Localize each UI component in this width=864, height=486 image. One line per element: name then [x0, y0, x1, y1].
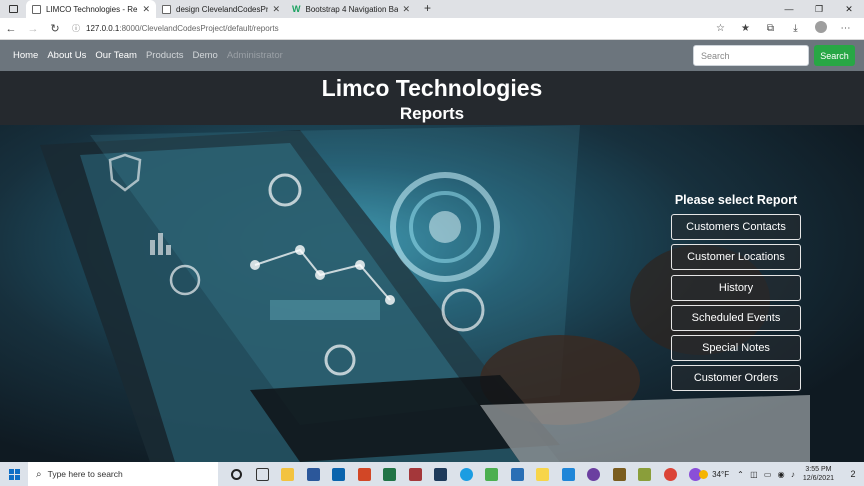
info-icon[interactable]: ⓘ	[72, 23, 80, 34]
browser-tab-design[interactable]: design ClevelandCodesProject ✕	[156, 0, 286, 18]
back-icon[interactable]: ←	[0, 23, 22, 35]
favorites-icon[interactable]: ★	[733, 23, 758, 34]
url-field[interactable]: ⓘ 127.0.0.1:8000/ClevelandCodesProject/d…	[72, 23, 708, 34]
tray-icons[interactable]: ⌃ ◫ ▭ ◉ ♪	[737, 470, 797, 479]
close-tab-icon[interactable]: ✕	[142, 4, 150, 15]
taskbar-apps	[224, 462, 709, 486]
report-button-customer-locations[interactable]: Customer Locations	[671, 244, 801, 271]
powerpoint-icon[interactable]	[352, 462, 378, 486]
search-input[interactable]	[693, 45, 809, 66]
hero-banner: Please select Report Customers Contacts …	[0, 125, 864, 462]
restore-icon[interactable]: ❐	[804, 0, 834, 18]
minimize-icon[interactable]: —	[774, 0, 804, 18]
clock-date: 12/6/2021	[802, 475, 834, 482]
word-icon[interactable]	[301, 462, 327, 486]
taskbar-search-placeholder: Type here to search	[47, 469, 123, 479]
tab-title: Bootstrap 4 Navigation Bar	[305, 4, 399, 14]
vscode-icon[interactable]	[556, 462, 582, 486]
page-icon	[162, 4, 171, 14]
acrobat-icon[interactable]	[607, 462, 633, 486]
report-prompt: Please select Report	[674, 193, 798, 207]
nav-link-about-us[interactable]: About Us	[47, 50, 86, 61]
downloads-icon[interactable]: ⤓	[783, 23, 808, 34]
collections-icon[interactable]: ⧉	[758, 23, 783, 34]
outlook-icon[interactable]	[326, 462, 352, 486]
page-title: Reports	[399, 104, 465, 123]
report-selection-panel: Please select Report Customers Contacts …	[671, 193, 801, 396]
nav-link-administrator[interactable]: Administrator	[227, 50, 283, 61]
refresh-icon[interactable]: ↻	[44, 22, 66, 35]
report-button-scheduled-events[interactable]: Scheduled Events	[671, 304, 801, 331]
store-icon[interactable]	[428, 462, 454, 486]
close-tab-icon[interactable]: ✕	[402, 4, 410, 15]
add-favorite-icon[interactable]: ☆	[708, 23, 733, 34]
task-view-icon[interactable]	[250, 462, 276, 486]
report-button-customers-contacts[interactable]: Customers Contacts	[671, 214, 801, 240]
report-button-special-notes[interactable]: Special Notes	[671, 335, 801, 362]
edge-icon[interactable]	[454, 462, 480, 486]
access-icon[interactable]	[403, 462, 429, 486]
browser-tab-reports[interactable]: LIMCO Technologies - Reports ✕	[26, 0, 156, 18]
taskbar-clock[interactable]: 3:55 PM 12/6/2021	[803, 465, 834, 483]
new-tab-button[interactable]: +	[416, 0, 439, 18]
notification-center-icon[interactable]: 2	[842, 469, 864, 479]
browser-toolbar: ☆ ★ ⧉ ⤓ ⋯	[708, 21, 864, 36]
weather-temp: 34°F	[712, 469, 730, 479]
windows-taskbar: ⌕ Type here to search 34°F ⌃ ◫ ▭ ◉ ♪ 3:5…	[0, 462, 864, 486]
tab-title: LIMCO Technologies - Reports	[46, 4, 138, 14]
notification-count: 2	[850, 469, 856, 479]
url-path: :8000/ClevelandCodesProject/default/repo…	[119, 24, 279, 33]
clock-time: 3:55 PM	[805, 466, 832, 473]
taskbar-search[interactable]: ⌕ Type here to search	[28, 462, 218, 486]
search-button[interactable]: Search	[814, 45, 855, 66]
w3schools-icon: W	[292, 3, 301, 14]
photos-icon[interactable]	[479, 462, 505, 486]
tab-title: design ClevelandCodesProject	[176, 4, 269, 14]
search-icon: ⌕	[36, 468, 42, 480]
browser-tab-bootstrap[interactable]: W Bootstrap 4 Navigation Bar ✕	[286, 0, 416, 18]
mail-icon[interactable]	[505, 462, 531, 486]
browser-tab-strip: LIMCO Technologies - Reports ✕ design Cl…	[0, 0, 864, 18]
close-window-icon[interactable]: ✕	[834, 0, 864, 18]
page-icon	[32, 4, 41, 14]
profile-avatar[interactable]	[808, 21, 833, 36]
chrome-icon[interactable]	[658, 462, 684, 486]
windows-logo-icon	[8, 468, 20, 480]
url-host: 127.0.0.1	[86, 24, 120, 33]
window-controls: — ❐ ✕	[774, 0, 864, 18]
cortana-icon[interactable]	[224, 462, 250, 486]
forward-icon[interactable]: →	[22, 23, 44, 35]
nav-link-demo[interactable]: Demo	[192, 50, 217, 61]
obs-icon[interactable]	[581, 462, 607, 486]
company-title: Limco Technologies	[321, 75, 543, 101]
system-tray: 34°F ⌃ ◫ ▭ ◉ ♪ 3:55 PM 12/6/2021 2	[699, 462, 864, 486]
python-idle-icon[interactable]	[530, 462, 556, 486]
start-button[interactable]	[0, 468, 28, 480]
page-header: Limco Technologies Reports	[0, 71, 864, 125]
wing-ide-icon[interactable]	[632, 462, 658, 486]
tab-actions-icon[interactable]	[0, 0, 26, 18]
file-explorer-icon[interactable]	[275, 462, 301, 486]
sun-icon	[699, 469, 709, 479]
more-menu-icon[interactable]: ⋯	[833, 23, 858, 34]
excel-icon[interactable]	[377, 462, 403, 486]
report-button-history[interactable]: History	[671, 274, 801, 301]
nav-link-products[interactable]: Products	[146, 50, 184, 61]
weather-widget[interactable]: 34°F	[699, 469, 730, 479]
address-bar: ← → ↻ ⓘ 127.0.0.1:8000/ClevelandCodesPro…	[0, 18, 864, 40]
nav-link-home[interactable]: Home	[13, 50, 38, 61]
nav-link-our-team[interactable]: Our Team	[95, 50, 137, 61]
report-button-customer-orders[interactable]: Customer Orders	[671, 365, 801, 392]
close-tab-icon[interactable]: ✕	[272, 4, 280, 15]
